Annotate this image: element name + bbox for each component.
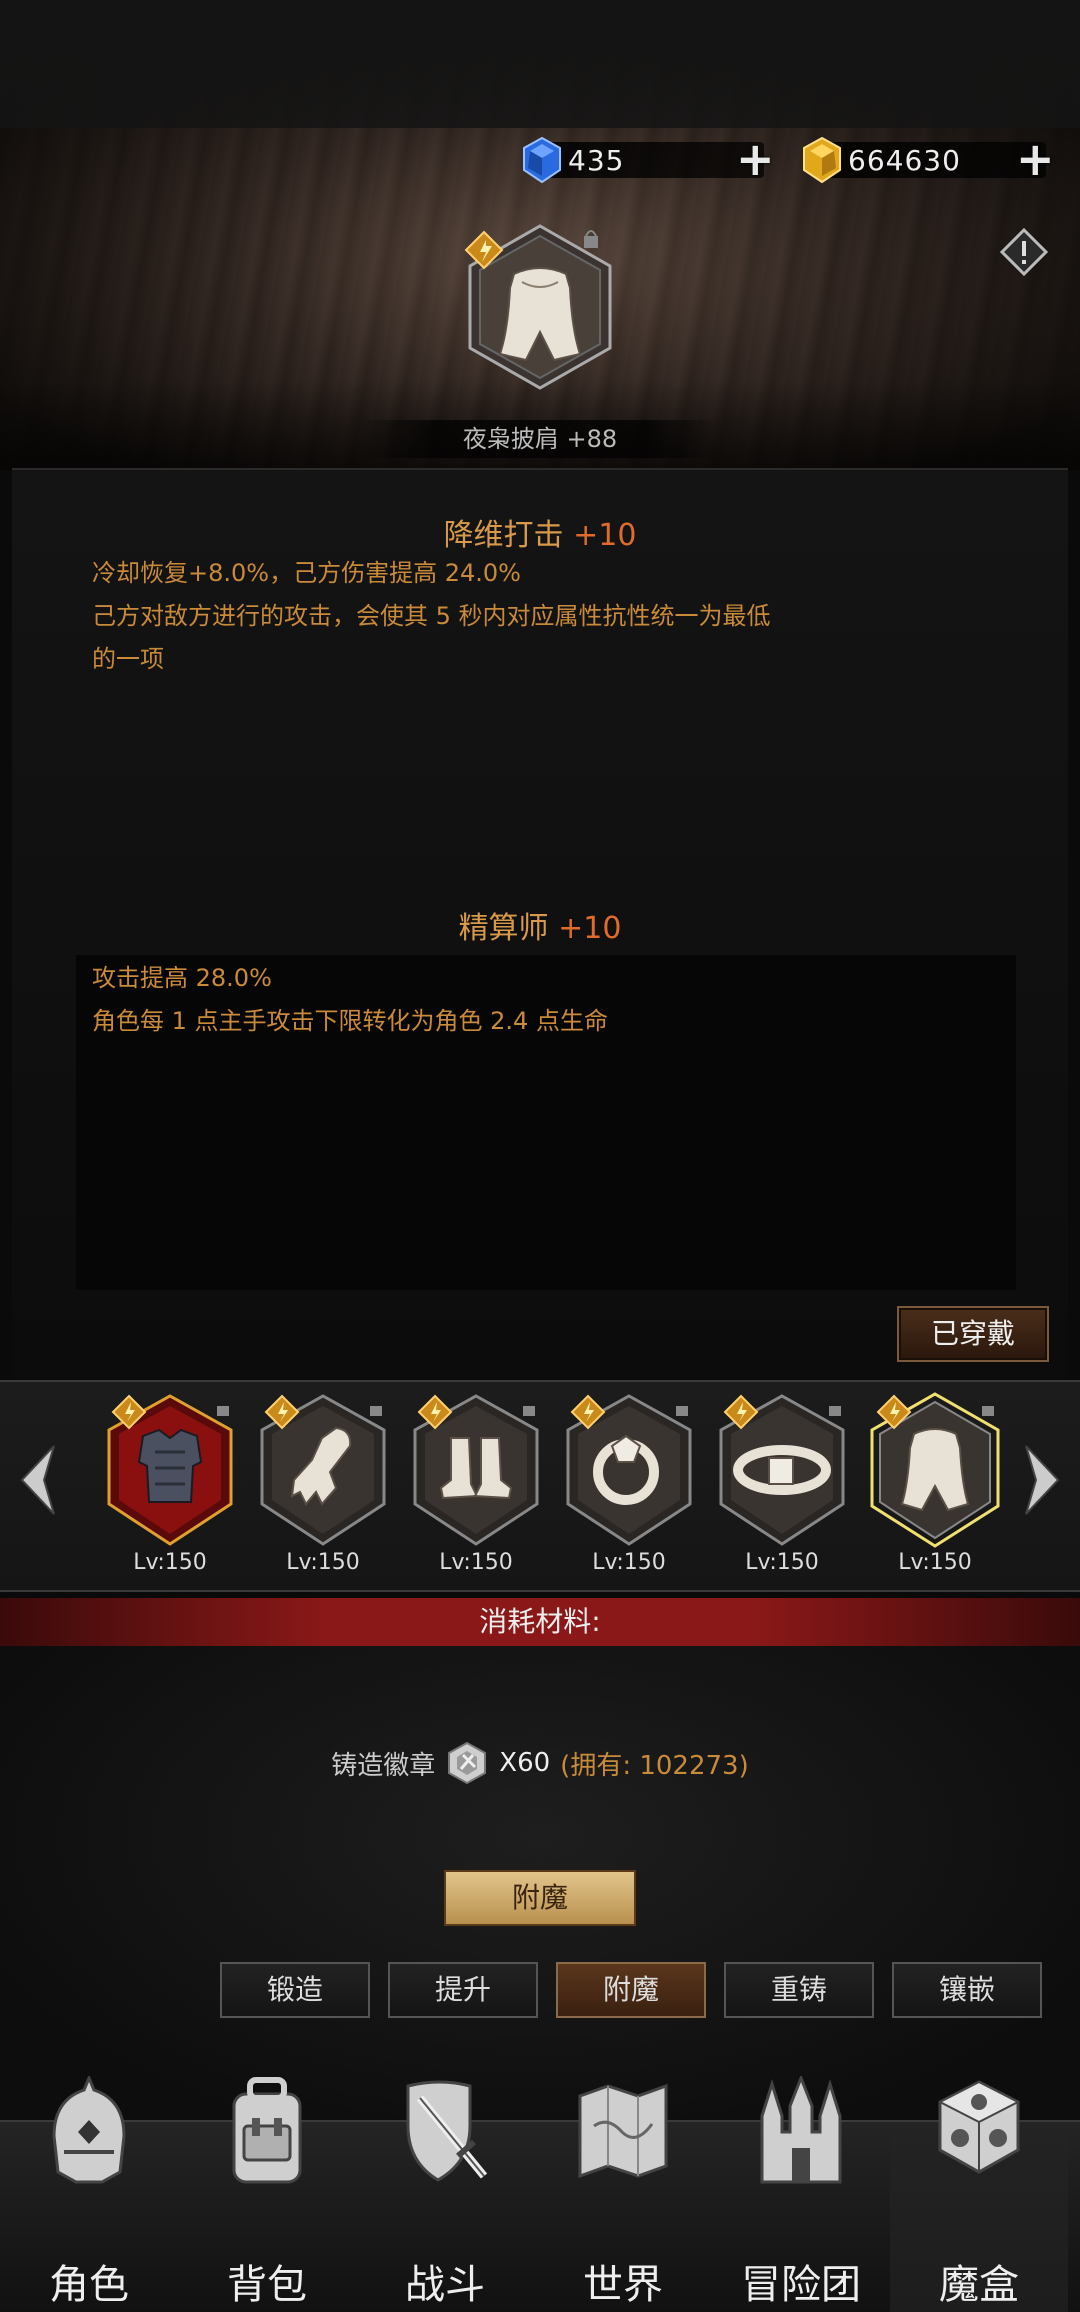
tab-forge[interactable]: 锻造 bbox=[220, 1962, 370, 2018]
skill-1-description: 冷却恢复+8.0%，己方伤害提高 24.0% 己方对敌方进行的攻击，会使其 5 … bbox=[92, 552, 1012, 681]
nav-backpack[interactable]: 背包 bbox=[178, 2076, 356, 2312]
gem-counter: 435 + bbox=[518, 136, 778, 184]
armor-icon bbox=[137, 1428, 203, 1503]
material-name: 铸造徽章 bbox=[331, 1750, 436, 1781]
next-arrow-icon[interactable] bbox=[1016, 1440, 1070, 1520]
slot-level: Lv:150 bbox=[133, 1550, 207, 1575]
helmet-icon bbox=[52, 2076, 126, 2184]
sword-shield-icon bbox=[406, 2080, 488, 2182]
gem-value: 435 bbox=[568, 143, 625, 177]
tab-enchant[interactable]: 附魔 bbox=[556, 1962, 706, 2018]
material-quantity: X60 bbox=[499, 1748, 551, 1778]
skill-2-line: 角色每 1 点主手攻击下限转化为角色 2.4 点生命 bbox=[92, 1007, 608, 1035]
nav-label: 战斗 bbox=[405, 2262, 485, 2308]
nav-adventure-team[interactable]: 冒险团 bbox=[712, 2076, 890, 2312]
forge-badge-icon bbox=[448, 1741, 487, 1785]
equipment-slot-ring[interactable]: Lv:150 bbox=[562, 1392, 696, 1582]
info-icon[interactable] bbox=[1000, 228, 1048, 276]
nav-label: 背包 bbox=[227, 2262, 307, 2308]
slot-level: Lv:150 bbox=[439, 1550, 513, 1575]
tab-reforge[interactable]: 重铸 bbox=[724, 1962, 874, 2018]
nav-label: 魔盒 bbox=[939, 2262, 1019, 2308]
equipment-slot-belt[interactable]: Lv:150 bbox=[715, 1392, 849, 1582]
equipment-slot-gauntlet[interactable]: Lv:150 bbox=[256, 1392, 390, 1582]
item-name: 夜枭披肩 +88 bbox=[360, 420, 720, 458]
cube-icon bbox=[937, 2080, 1021, 2174]
nav-battle[interactable]: 战斗 bbox=[356, 2076, 534, 2312]
selected-item-frame bbox=[464, 224, 612, 390]
nav-magic-box[interactable]: 魔盒 bbox=[890, 2076, 1068, 2312]
tab-inlay[interactable]: 镶嵌 bbox=[892, 1962, 1042, 2018]
skill-1-line: 己方对敌方进行的攻击，会使其 5 秒内对应属性抗性统一为最低 bbox=[92, 602, 771, 630]
skill-1-title: 降维打击 +10 bbox=[0, 510, 1080, 554]
backpack-icon bbox=[232, 2077, 302, 2184]
top-shade bbox=[0, 0, 1080, 128]
nav-label: 世界 bbox=[583, 2262, 663, 2308]
slot-level: Lv:150 bbox=[286, 1550, 360, 1575]
equipment-slot-cape[interactable]: Lv:150 bbox=[868, 1392, 1002, 1582]
skill-1-bonus: +10 bbox=[573, 518, 637, 553]
nav-character[interactable]: 角色 bbox=[0, 2076, 178, 2312]
add-gold-button[interactable]: + bbox=[1016, 136, 1055, 182]
map-icon bbox=[578, 2083, 668, 2179]
equipped-button[interactable]: 已穿戴 bbox=[897, 1306, 1049, 1362]
tab-upgrade[interactable]: 提升 bbox=[388, 1962, 538, 2018]
skill-1-line: 的一项 bbox=[92, 645, 164, 673]
skill-2-line: 攻击提高 28.0% bbox=[92, 964, 272, 992]
blue-gem-icon bbox=[523, 136, 561, 184]
skill-2-name: 精算师 bbox=[458, 911, 549, 946]
equipment-slot-boots[interactable]: Lv:150 bbox=[409, 1392, 543, 1582]
nav-world[interactable]: 世界 bbox=[534, 2076, 712, 2312]
skill-2-title: 精算师 +10 bbox=[0, 903, 1080, 947]
enchant-button[interactable]: 附魔 bbox=[444, 1870, 636, 1926]
slot-level: Lv:150 bbox=[745, 1550, 819, 1575]
material-row: 铸造徽章 X60 (拥有: 102273) bbox=[0, 1740, 1080, 1786]
prev-arrow-icon[interactable] bbox=[10, 1440, 64, 1520]
gold-counter: 664630 + bbox=[798, 136, 1060, 184]
material-owned: (拥有: 102273) bbox=[560, 1750, 749, 1781]
gold-value: 664630 bbox=[848, 143, 961, 177]
castle-icon bbox=[760, 2076, 842, 2184]
nav-label: 角色 bbox=[49, 2262, 129, 2308]
skill-2-description: 攻击提高 28.0% 角色每 1 点主手攻击下限转化为角色 2.4 点生命 bbox=[92, 957, 1012, 1043]
slot-level: Lv:150 bbox=[898, 1550, 972, 1575]
skill-1-name: 降维打击 bbox=[443, 518, 564, 553]
equipment-slot-armor[interactable]: Lv:150 bbox=[103, 1392, 237, 1582]
skill-2-bonus: +10 bbox=[558, 911, 622, 946]
materials-header: 消耗材料: bbox=[0, 1598, 1080, 1646]
nav-label: 冒险团 bbox=[741, 2262, 861, 2308]
gold-gem-icon bbox=[803, 136, 841, 184]
add-gems-button[interactable]: + bbox=[736, 136, 775, 182]
skill-1-line: 冷却恢复+8.0%，己方伤害提高 24.0% bbox=[92, 559, 521, 587]
slot-level: Lv:150 bbox=[592, 1550, 666, 1575]
